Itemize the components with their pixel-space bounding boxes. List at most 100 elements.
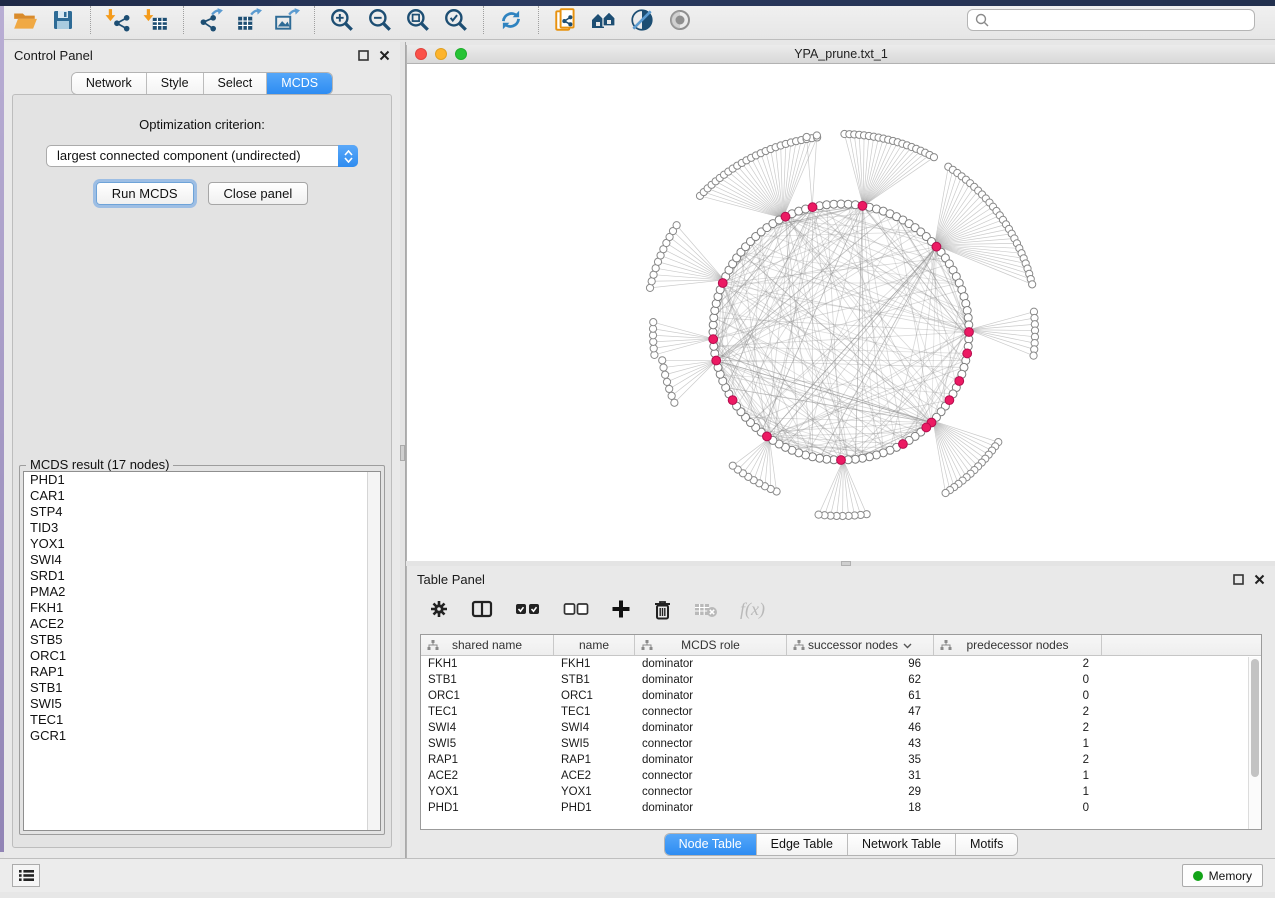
table-row[interactable]: STB1STB1dominator620 — [421, 672, 1261, 688]
delete-table-icon[interactable] — [694, 600, 718, 618]
splitter-grip[interactable] — [400, 445, 405, 461]
maximize-window-icon[interactable] — [455, 48, 467, 60]
table-cell[interactable]: 35 — [787, 752, 934, 768]
tab-edge-table[interactable]: Edge Table — [757, 834, 848, 855]
table-cell[interactable]: 31 — [787, 768, 934, 784]
function-builder-icon[interactable]: f(x) — [740, 599, 765, 620]
add-row-icon[interactable] — [611, 599, 631, 619]
table-row[interactable]: TEC1TEC1connector472 — [421, 704, 1261, 720]
network-window-titlebar[interactable]: YPA_prune.txt_1 — [406, 45, 1275, 64]
close-panel-button[interactable]: Close panel — [208, 182, 309, 205]
table-cell[interactable]: RAP1 — [554, 752, 635, 768]
graphics-details-button[interactable] — [623, 4, 661, 36]
table-cell[interactable]: SWI5 — [421, 736, 554, 752]
mcds-result-item[interactable]: PMA2 — [24, 584, 380, 600]
table-cell[interactable]: connector — [635, 784, 787, 800]
search-input[interactable] — [990, 11, 1248, 29]
close-panel-icon[interactable] — [1254, 574, 1265, 585]
mcds-result-item[interactable]: TID3 — [24, 520, 380, 536]
table-row[interactable]: PHD1PHD1dominator180 — [421, 800, 1261, 816]
table-cell[interactable]: 2 — [934, 656, 1102, 672]
table-cell[interactable]: 43 — [787, 736, 934, 752]
table-cell[interactable]: connector — [635, 736, 787, 752]
deselect-all-icon[interactable] — [563, 602, 589, 616]
table-cell[interactable]: STB1 — [421, 672, 554, 688]
table-cell[interactable]: PHD1 — [421, 800, 554, 816]
column-header-shared-name[interactable]: shared name — [421, 635, 554, 655]
refresh-view-button[interactable] — [492, 4, 530, 36]
table-cell[interactable]: dominator — [635, 688, 787, 704]
table-cell[interactable]: 62 — [787, 672, 934, 688]
table-cell[interactable]: connector — [635, 704, 787, 720]
mcds-result-item[interactable]: FKH1 — [24, 600, 380, 616]
table-cell[interactable]: YOX1 — [421, 784, 554, 800]
mcds-result-list[interactable]: PHD1CAR1STP4TID3YOX1SWI4SRD1PMA2FKH1ACE2… — [23, 471, 381, 831]
table-cell[interactable]: 18 — [787, 800, 934, 816]
table-cell[interactable]: 29 — [787, 784, 934, 800]
mcds-result-item[interactable]: ACE2 — [24, 616, 380, 632]
table-cell[interactable]: dominator — [635, 752, 787, 768]
column-header-successor-nodes[interactable]: successor nodes — [787, 635, 934, 655]
import-table-button[interactable] — [137, 4, 175, 36]
close-panel-icon[interactable] — [379, 50, 390, 61]
memory-button[interactable]: Memory — [1182, 864, 1263, 887]
table-cell[interactable]: 0 — [934, 800, 1102, 816]
mcds-result-item[interactable]: SRD1 — [24, 568, 380, 584]
mcds-result-item[interactable]: STP4 — [24, 504, 380, 520]
table-cell[interactable]: 47 — [787, 704, 934, 720]
table-cell[interactable]: YOX1 — [554, 784, 635, 800]
minimize-window-icon[interactable] — [435, 48, 447, 60]
mcds-list-scrollbar[interactable] — [367, 472, 380, 830]
mcds-result-item[interactable]: CAR1 — [24, 488, 380, 504]
export-table-button[interactable] — [230, 4, 268, 36]
tab-node-table[interactable]: Node Table — [665, 834, 757, 855]
table-cell[interactable]: 1 — [934, 768, 1102, 784]
table-cell[interactable]: SWI4 — [421, 720, 554, 736]
table-cell[interactable]: dominator — [635, 720, 787, 736]
scrollbar-thumb[interactable] — [1251, 659, 1259, 777]
table-cell[interactable]: dominator — [635, 672, 787, 688]
select-all-icon[interactable] — [515, 602, 541, 616]
float-panel-icon[interactable] — [358, 50, 369, 61]
birds-eye-view-button[interactable] — [661, 4, 699, 36]
tab-mcds[interactable]: MCDS — [267, 73, 332, 94]
first-neighbors-button[interactable] — [585, 4, 623, 36]
table-cell[interactable]: dominator — [635, 800, 787, 816]
zoom-fit-button[interactable] — [399, 4, 437, 36]
zoom-selected-button[interactable] — [437, 4, 475, 36]
tab-network-table[interactable]: Network Table — [848, 834, 956, 855]
tab-motifs[interactable]: Motifs — [956, 834, 1017, 855]
network-view-canvas[interactable] — [406, 64, 1275, 561]
table-cell[interactable]: 2 — [934, 752, 1102, 768]
mcds-result-item[interactable]: STB1 — [24, 680, 380, 696]
zoom-in-button[interactable] — [323, 4, 361, 36]
table-settings-icon[interactable] — [429, 599, 449, 619]
table-cell[interactable]: 0 — [934, 672, 1102, 688]
column-header-MCDS-role[interactable]: MCDS role — [635, 635, 787, 655]
table-row[interactable]: FKH1FKH1dominator962 — [421, 656, 1261, 672]
table-cell[interactable]: dominator — [635, 656, 787, 672]
export-network-button[interactable] — [192, 4, 230, 36]
table-cell[interactable]: FKH1 — [421, 656, 554, 672]
save-session-button[interactable] — [44, 4, 82, 36]
mcds-result-item[interactable]: RAP1 — [24, 664, 380, 680]
column-header-predecessor-nodes[interactable]: predecessor nodes — [934, 635, 1102, 655]
table-cell[interactable]: ORC1 — [421, 688, 554, 704]
table-cell[interactable]: STB1 — [554, 672, 635, 688]
import-network-button[interactable] — [99, 4, 137, 36]
tab-select[interactable]: Select — [204, 73, 268, 94]
table-cell[interactable]: ACE2 — [554, 768, 635, 784]
table-cell[interactable]: connector — [635, 768, 787, 784]
table-cell[interactable]: ACE2 — [421, 768, 554, 784]
table-row[interactable]: SWI5SWI5connector431 — [421, 736, 1261, 752]
node-table[interactable]: shared namenameMCDS rolesuccessor nodesp… — [420, 634, 1262, 830]
float-panel-icon[interactable] — [1233, 574, 1244, 585]
mcds-result-item[interactable]: YOX1 — [24, 536, 380, 552]
table-cell[interactable]: 46 — [787, 720, 934, 736]
table-cell[interactable]: 1 — [934, 736, 1102, 752]
show-columns-icon[interactable] — [471, 599, 493, 619]
open-file-button[interactable] — [6, 4, 44, 36]
tab-style[interactable]: Style — [147, 73, 204, 94]
table-cell[interactable]: SWI5 — [554, 736, 635, 752]
delete-row-icon[interactable] — [653, 599, 672, 620]
